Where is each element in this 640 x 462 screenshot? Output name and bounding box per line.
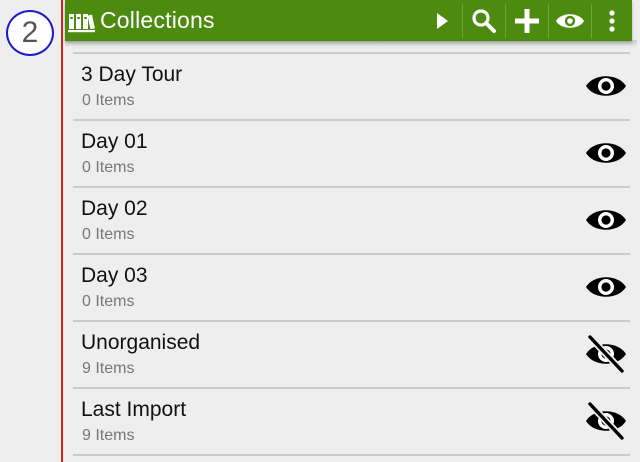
- collection-name: Day 01: [81, 130, 148, 153]
- collection-item-count: 0 Items: [82, 92, 135, 109]
- collection-item-count: 9 Items: [82, 427, 135, 444]
- visibility-toggle[interactable]: [584, 334, 628, 374]
- visibility-toggle[interactable]: [584, 401, 628, 441]
- play-icon: [437, 12, 448, 29]
- collection-row[interactable]: Day 02 0 Items: [73, 186, 630, 253]
- collection-row[interactable]: 3 Day Tour 0 Items: [73, 52, 630, 119]
- eye-icon: [586, 210, 626, 230]
- visibility-toggle[interactable]: [584, 267, 628, 307]
- collection-item-count: 9 Items: [82, 360, 135, 377]
- overflow-menu-button[interactable]: [592, 0, 632, 41]
- visibility-button[interactable]: [549, 0, 591, 41]
- collection-name: 3 Day Tour: [81, 63, 183, 86]
- visibility-toggle[interactable]: [584, 200, 628, 240]
- search-button[interactable]: [463, 0, 505, 41]
- margin-rule: [61, 0, 63, 462]
- collection-name: Day 02: [81, 197, 148, 220]
- eye-icon: [586, 143, 626, 163]
- eye-off-icon: [586, 401, 626, 441]
- collection-row[interactable]: Unorganised 9 Items: [73, 320, 630, 387]
- eye-off-icon: [586, 334, 626, 374]
- add-collection-button[interactable]: [506, 0, 548, 41]
- collection-row[interactable]: Day 03 0 Items: [73, 253, 630, 320]
- more-vert-icon: [609, 9, 615, 32]
- books-icon: [68, 9, 98, 33]
- collection-name: Day 03: [81, 264, 148, 287]
- collection-item-count: 0 Items: [82, 293, 135, 310]
- step-number-badge: 2: [6, 10, 54, 56]
- collection-item-count: 0 Items: [82, 226, 135, 243]
- collection-row[interactable]: Day 01 0 Items: [73, 119, 630, 186]
- collection-name: Unorganised: [81, 331, 201, 354]
- search-icon: [472, 8, 496, 33]
- app-toolbar: Collections: [65, 0, 632, 41]
- collection-item-count: 0 Items: [82, 159, 135, 176]
- plus-icon: [515, 8, 539, 33]
- eye-icon: [556, 13, 584, 28]
- play-button[interactable]: [424, 0, 460, 41]
- collection-row[interactable]: Last Import 9 Items: [73, 387, 630, 456]
- toolbar-title: Collections: [100, 7, 215, 33]
- collection-name: Last Import: [81, 398, 187, 421]
- collections-list: 3 Day Tour 0 Items Day 01 0 Items Day 02…: [73, 52, 630, 456]
- visibility-toggle[interactable]: [584, 66, 628, 106]
- eye-icon: [586, 277, 626, 297]
- eye-icon: [586, 76, 626, 96]
- visibility-toggle[interactable]: [584, 133, 628, 173]
- toolbar-shadow: [65, 40, 637, 48]
